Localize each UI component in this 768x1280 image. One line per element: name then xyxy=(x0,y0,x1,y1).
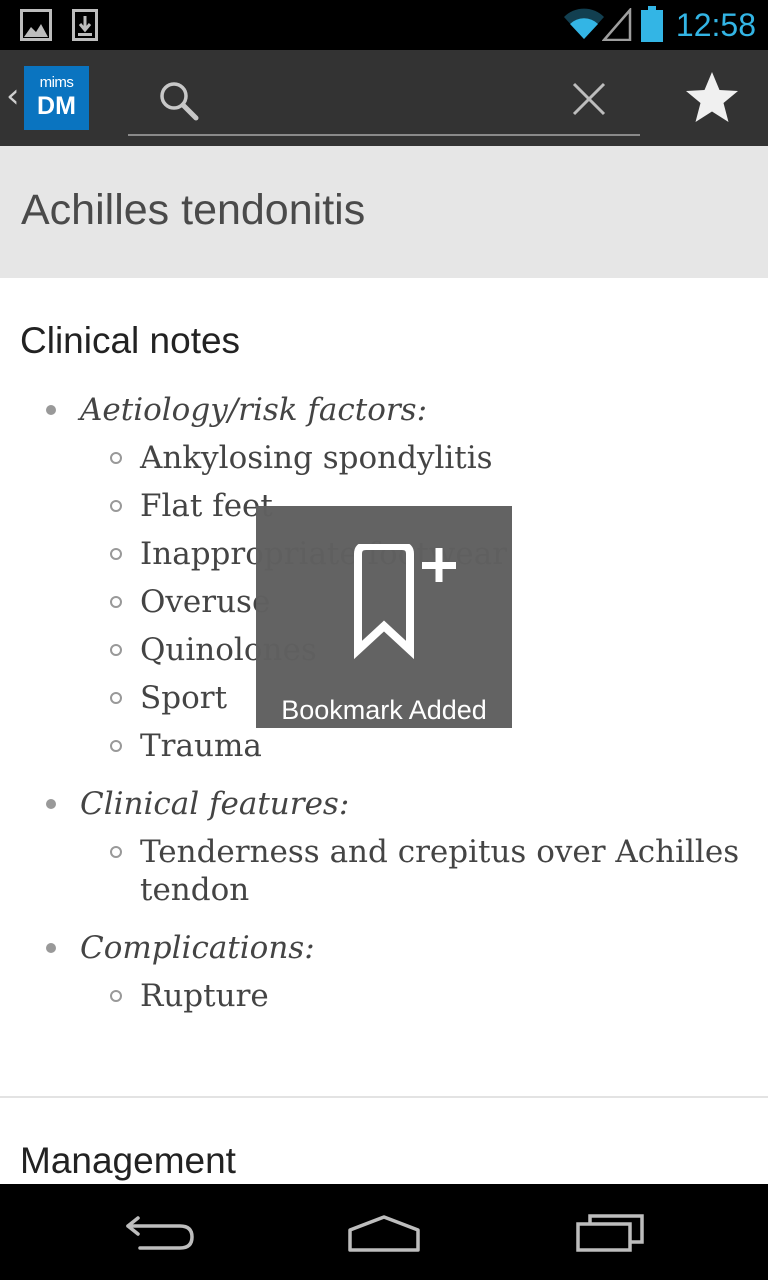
list-item: Ankylosing spondylitis xyxy=(140,440,493,476)
list-item: Tenderness and crepitus over Achilles xyxy=(140,834,740,870)
gallery-notification-icon xyxy=(20,9,52,41)
home-icon[interactable] xyxy=(334,1204,434,1260)
status-time: 12:58 xyxy=(675,7,756,43)
wifi-icon xyxy=(564,8,604,39)
close-icon[interactable] xyxy=(564,74,614,124)
search-field[interactable] xyxy=(128,74,640,136)
sub-bullet xyxy=(110,846,122,858)
bullet xyxy=(46,799,56,809)
section-heading-management: Management xyxy=(20,1140,236,1181)
list-item: Sport xyxy=(140,680,228,716)
cell-signal-icon xyxy=(602,8,632,41)
up-caret-icon[interactable]: ‹ xyxy=(6,76,20,116)
bookmark-add-icon xyxy=(354,544,456,660)
list-item-heading: Complications: xyxy=(80,930,315,966)
star-icon[interactable] xyxy=(680,70,744,126)
search-input[interactable] xyxy=(208,84,558,128)
title-band: Achilles tendonitis xyxy=(0,146,768,278)
list-item-continuation: tendon xyxy=(140,872,250,908)
sub-bullet xyxy=(110,692,122,704)
sub-bullet xyxy=(110,990,122,1002)
section-divider xyxy=(0,1096,768,1098)
recent-apps-icon[interactable] xyxy=(560,1204,660,1260)
bullet xyxy=(46,943,56,953)
action-bar: ‹ mims DM xyxy=(0,50,768,146)
sub-bullet xyxy=(110,596,122,608)
content-area[interactable]: Clinical notes Aetiology/risk factors: A… xyxy=(0,278,768,1184)
sub-bullet xyxy=(110,644,122,656)
status-bar: 12:58 xyxy=(0,0,768,50)
sub-bullet xyxy=(110,740,122,752)
list-item: Trauma xyxy=(140,728,262,764)
sub-bullet xyxy=(110,500,122,512)
back-icon[interactable] xyxy=(110,1204,210,1260)
list-item: Rupture xyxy=(140,978,269,1014)
navigation-bar xyxy=(0,1184,768,1280)
logo-main-text: DM xyxy=(37,92,76,120)
list-item-heading: Aetiology/risk factors: xyxy=(80,392,428,428)
sub-bullet xyxy=(110,452,122,464)
bookmark-toast: Bookmark Added xyxy=(256,506,512,728)
search-icon xyxy=(160,82,199,121)
list-item: Overuse xyxy=(140,584,271,620)
list-item-heading: Clinical features: xyxy=(80,786,350,822)
download-notification-icon xyxy=(72,9,98,41)
sub-bullet xyxy=(110,548,122,560)
page-title: Achilles tendonitis xyxy=(21,186,366,234)
section-heading-clinical-notes: Clinical notes xyxy=(20,320,241,361)
list-item: Flat feet xyxy=(140,488,273,524)
logo-top-text: mims xyxy=(39,74,74,91)
app-logo[interactable]: mims DM xyxy=(24,66,89,130)
battery-icon xyxy=(641,6,663,42)
toast-message: Bookmark Added xyxy=(281,695,487,725)
bullet xyxy=(46,405,56,415)
